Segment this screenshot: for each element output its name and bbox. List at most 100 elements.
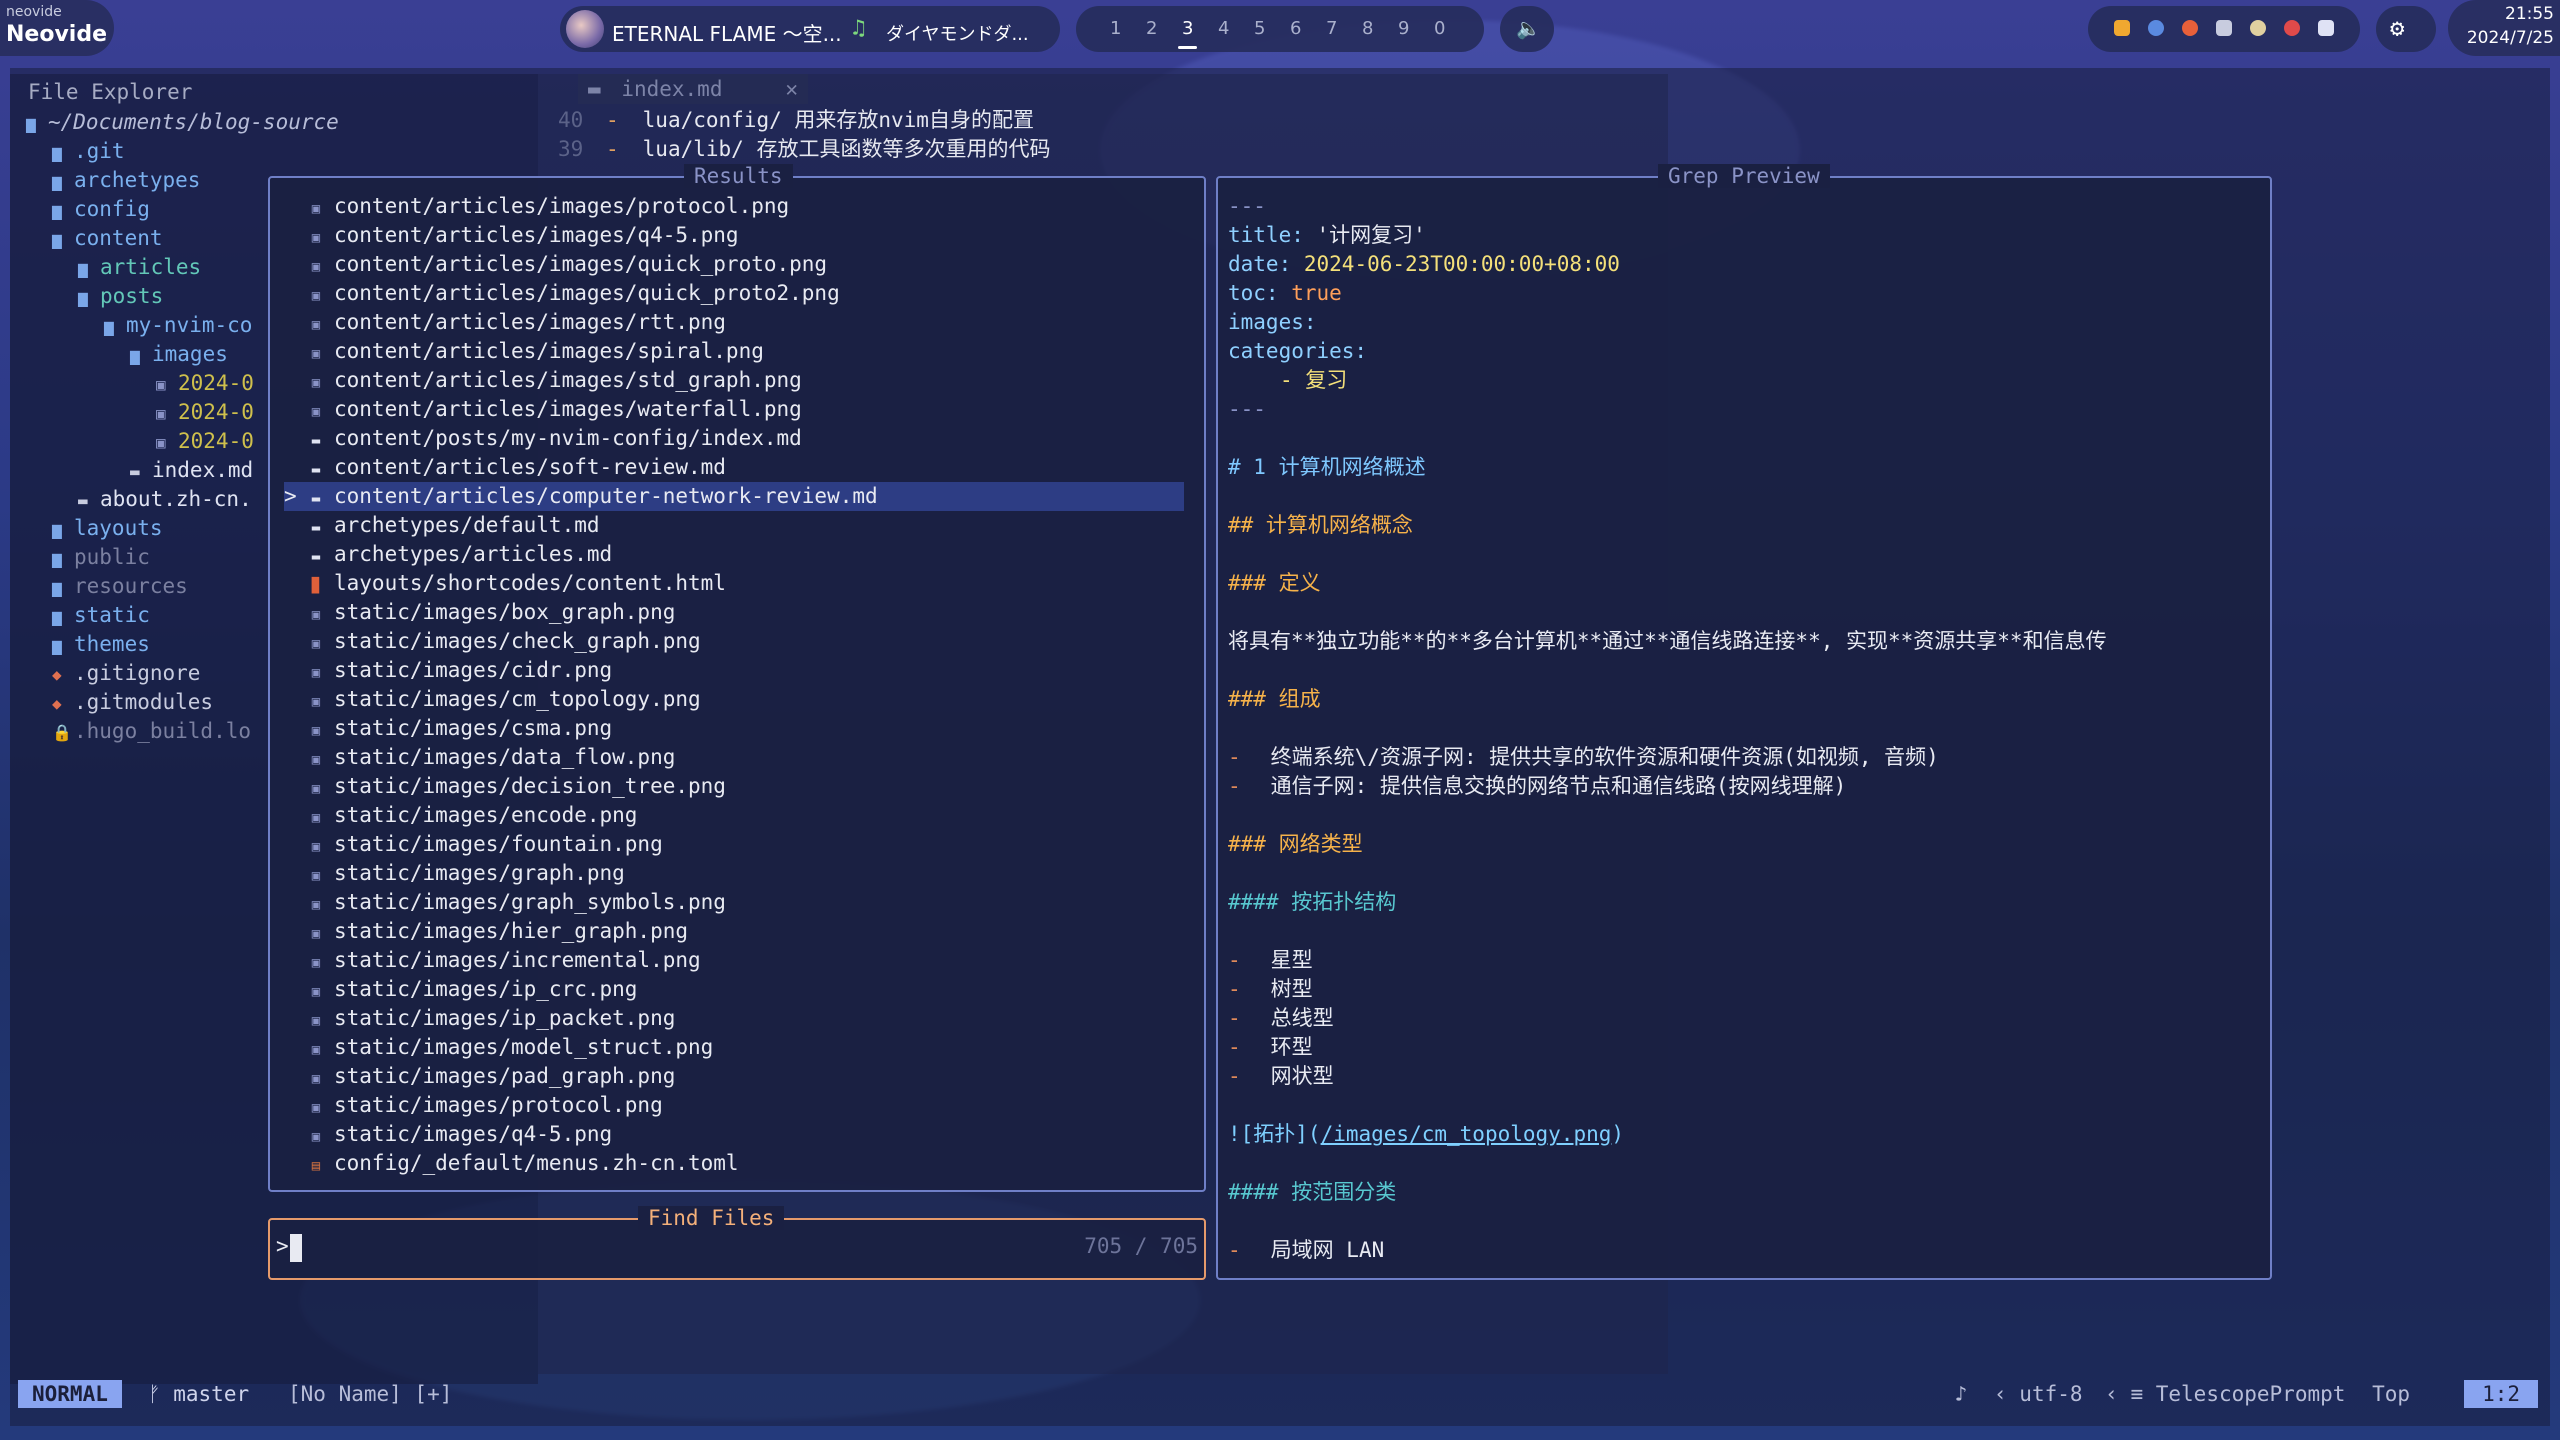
- explorer-item[interactable]: ▆ public: [52, 543, 150, 572]
- workspace-0[interactable]: 0: [1434, 18, 1445, 39]
- workspace-1[interactable]: 1: [1110, 18, 1121, 39]
- explorer-item[interactable]: ▆ archetypes: [52, 166, 200, 195]
- volume-button[interactable]: 🔈: [1500, 6, 1554, 52]
- workspace-9[interactable]: 9: [1398, 18, 1409, 39]
- result-item[interactable]: ▣ static/images/q4-5.png: [284, 1120, 1184, 1149]
- explorer-item[interactable]: ▆ themes: [52, 630, 150, 659]
- top-bar: neovide Neovide ETERNAL FLAME 〜空... ♫ ダイ…: [0, 0, 2560, 62]
- buffer-tab[interactable]: ▬ index.md ✕: [578, 74, 808, 104]
- explorer-item[interactable]: ▆ posts: [78, 282, 163, 311]
- explorer-item[interactable]: ▆ my-nvim-co: [104, 311, 252, 340]
- selection-caret: >: [284, 484, 297, 508]
- explorer-item-label: .hugo_build.lo: [74, 719, 252, 743]
- workspace-3[interactable]: 3: [1177, 18, 1199, 49]
- result-item[interactable]: ▣ static/images/hier_graph.png: [284, 917, 1184, 946]
- explorer-item[interactable]: ▬ about.zh-cn.: [78, 485, 252, 514]
- explorer-item[interactable]: ▆ articles: [78, 253, 201, 282]
- result-path: static/images/fountain.png: [334, 832, 663, 856]
- explorer-item[interactable]: ▆ config: [52, 195, 150, 224]
- bluetooth-icon[interactable]: [2148, 20, 2164, 36]
- result-item[interactable]: ▣ content/articles/images/protocol.png: [284, 192, 1184, 221]
- explorer-item[interactable]: ▆ content: [52, 224, 163, 253]
- tray-avatar-icon[interactable]: [2250, 20, 2266, 36]
- tray-app-icon[interactable]: [2114, 20, 2130, 36]
- chrome-icon[interactable]: [2284, 20, 2300, 36]
- workspace-5[interactable]: 5: [1254, 18, 1265, 39]
- explorer-item[interactable]: ▬ index.md: [130, 456, 253, 485]
- explorer-item-label: 2024-0: [178, 400, 254, 424]
- result-item[interactable]: ▣ static/images/protocol.png: [284, 1091, 1184, 1120]
- img-file-icon: ▣: [311, 984, 321, 1000]
- heading-3: ### 定义: [1228, 571, 1321, 595]
- mode-indicator: NORMAL: [18, 1380, 122, 1408]
- result-item[interactable]: ▣ static/images/box_graph.png: [284, 598, 1184, 627]
- result-item[interactable]: ▣ static/images/encode.png: [284, 801, 1184, 830]
- find-files-input[interactable]: [306, 1232, 1010, 1264]
- workspace-8[interactable]: 8: [1362, 18, 1373, 39]
- result-item[interactable]: ▤ config/_default/menus.zh-cn.toml: [284, 1149, 1184, 1178]
- result-item[interactable]: ▣ static/images/csma.png: [284, 714, 1184, 743]
- result-item[interactable]: ▣ content/articles/images/q4-5.png: [284, 221, 1184, 250]
- workspace-4[interactable]: 4: [1218, 18, 1229, 39]
- result-item[interactable]: ▬ archetypes/articles.md: [284, 540, 1184, 569]
- workspace-6[interactable]: 6: [1290, 18, 1301, 39]
- close-icon[interactable]: ✕: [785, 74, 798, 104]
- result-item[interactable]: ▣ content/articles/images/waterfall.png: [284, 395, 1184, 424]
- telescope-prompt[interactable]: Find Files > 705 / 705: [268, 1206, 1206, 1280]
- explorer-item[interactable]: ▣ 2024-0: [156, 369, 254, 398]
- explorer-item[interactable]: ▣ 2024-0: [156, 427, 254, 456]
- workspace-7[interactable]: 7: [1326, 18, 1337, 39]
- result-item[interactable]: ▣ static/images/incremental.png: [284, 946, 1184, 975]
- result-item[interactable]: > ▬ content/articles/computer-network-revi…: [284, 482, 1184, 511]
- result-path: content/articles/images/spiral.png: [334, 339, 764, 363]
- result-item[interactable]: ▣ content/articles/images/spiral.png: [284, 337, 1184, 366]
- explorer-item[interactable]: ▆ images: [130, 340, 228, 369]
- folder-icon: ▆: [52, 549, 62, 568]
- telescope-results: Results ▣ content/articles/images/protoco…: [268, 164, 1206, 1192]
- result-item[interactable]: ▣ static/images/fountain.png: [284, 830, 1184, 859]
- result-item[interactable]: ▣ static/images/check_graph.png: [284, 627, 1184, 656]
- discord-icon[interactable]: [2318, 20, 2334, 36]
- result-item[interactable]: ▣ static/images/graph.png: [284, 859, 1184, 888]
- result-item[interactable]: ▣ content/articles/images/quick_proto2.pn…: [284, 279, 1184, 308]
- result-item[interactable]: ▣ static/images/model_struct.png: [284, 1033, 1184, 1062]
- keyboard-icon[interactable]: [2216, 20, 2232, 36]
- workspace-2[interactable]: 2: [1146, 18, 1157, 39]
- editor-line: 39- lua/lib/ 存放工具函数等多次重用的代码: [558, 137, 1051, 161]
- result-path: static/images/check_graph.png: [334, 629, 701, 653]
- result-item[interactable]: ▣ static/images/graph_symbols.png: [284, 888, 1184, 917]
- result-item[interactable]: ▣ static/images/decision_tree.png: [284, 772, 1184, 801]
- preview-line: date: 2024-06-23T00:00:00+08:00: [1228, 252, 1620, 276]
- result-item[interactable]: ▬ archetypes/default.md: [284, 511, 1184, 540]
- result-item[interactable]: ▣ content/articles/images/std_graph.png: [284, 366, 1184, 395]
- explorer-item[interactable]: ▣ 2024-0: [156, 398, 254, 427]
- explorer-item[interactable]: ▆ static: [52, 601, 150, 630]
- explorer-item[interactable]: ◆ .gitignore: [52, 659, 200, 688]
- result-item[interactable]: ▬ content/articles/soft-review.md: [284, 453, 1184, 482]
- result-item[interactable]: ▣ content/articles/images/quick_proto.png: [284, 250, 1184, 279]
- img-file-icon: ▣: [311, 897, 321, 913]
- result-item[interactable]: ▣ static/images/data_flow.png: [284, 743, 1184, 772]
- folder-icon: ▆: [52, 578, 62, 597]
- explorer-item[interactable]: ◆ .gitmodules: [52, 688, 213, 717]
- explorer-item[interactable]: ▆ resources: [52, 572, 188, 601]
- result-item[interactable]: ▬ content/posts/my-nvim-config/index.md: [284, 424, 1184, 453]
- media-widget[interactable]: ETERNAL FLAME 〜空... ♫ ダイヤモンドダ...: [560, 6, 1060, 52]
- explorer-item[interactable]: 🔒.hugo_build.lo: [52, 717, 251, 746]
- result-item[interactable]: ▣ content/articles/images/rtt.png: [284, 308, 1184, 337]
- result-path: static/images/ip_crc.png: [334, 977, 638, 1001]
- firefox-icon[interactable]: [2182, 20, 2198, 36]
- result-path: content/articles/images/waterfall.png: [334, 397, 802, 421]
- result-item[interactable]: ▉ layouts/shortcodes/content.html: [284, 569, 1184, 598]
- explorer-root[interactable]: ▆ ~/Documents/blog-source: [26, 108, 339, 137]
- explorer-item[interactable]: ▆ layouts: [52, 514, 163, 543]
- result-item[interactable]: ▣ static/images/cidr.png: [284, 656, 1184, 685]
- result-path: content/articles/images/q4-5.png: [334, 223, 739, 247]
- result-path: archetypes/articles.md: [334, 542, 613, 566]
- result-item[interactable]: ▣ static/images/pad_graph.png: [284, 1062, 1184, 1091]
- result-item[interactable]: ▣ static/images/cm_topology.png: [284, 685, 1184, 714]
- result-item[interactable]: ▣ static/images/ip_crc.png: [284, 975, 1184, 1004]
- settings-button[interactable]: ⚙: [2376, 6, 2436, 52]
- result-item[interactable]: ▣ static/images/ip_packet.png: [284, 1004, 1184, 1033]
- explorer-item[interactable]: ▆ .git: [52, 137, 125, 166]
